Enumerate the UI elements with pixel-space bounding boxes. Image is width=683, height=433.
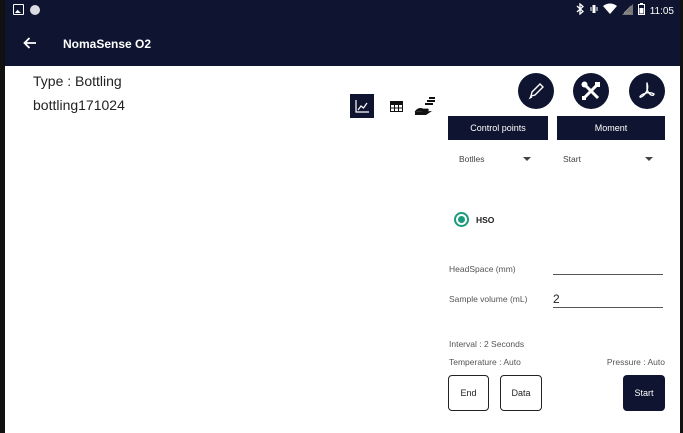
back-button[interactable] [19,32,41,54]
sample-name: bottling171024 [33,97,125,113]
moment-select-value: Start [563,154,581,164]
temperature-text: Temperature : Auto [449,357,521,367]
pdf-icon [639,82,655,98]
pdf-button[interactable] [629,73,665,109]
moment-tab[interactable]: Moment [557,116,665,140]
control-points-tab[interactable]: Control points [448,116,548,140]
data-button[interactable]: Data [500,375,542,411]
caret-down-icon [523,157,531,161]
status-bar: 11:05 [5,0,680,22]
table-icon [389,100,403,112]
end-button[interactable]: End [448,375,489,411]
pressure-text: Pressure : Auto [606,357,665,367]
app-screen: 11:05 NomaSense O2 Type : Bottling bottl… [0,0,683,433]
battery-icon [637,3,645,19]
container-select[interactable]: Botlles [459,150,531,168]
export-icon [414,97,435,115]
circle-icon [30,4,40,15]
signal-icon [621,3,633,19]
sample-volume-label: Sample volume (mL) [449,294,528,304]
wifi-icon [602,3,617,19]
export-button[interactable] [413,94,437,118]
bluetooth-icon [576,2,585,19]
sample-type-label: Type : Bottling [33,73,122,89]
headspace-label: HeadSpace (mm) [449,264,516,274]
image-icon [13,4,24,15]
interval-text: Interval : 2 Seconds [449,339,525,349]
radio-button-icon [454,212,469,227]
caret-down-icon [645,157,653,161]
chart-view-button[interactable] [350,94,374,118]
app-toolbar: NomaSense O2 [5,22,680,66]
moment-select[interactable]: Start [563,150,653,168]
container-select-value: Botlles [459,154,485,164]
hso-radio[interactable]: HSO [454,212,494,227]
edit-button[interactable] [518,73,554,109]
arrow-left-icon [23,37,36,49]
headspace-input[interactable] [553,257,663,275]
table-view-button[interactable] [384,94,408,118]
tools-button[interactable] [573,73,609,109]
status-time: 11:05 [649,5,674,17]
hso-radio-label: HSO [476,214,495,225]
vibrate-icon [590,3,598,19]
start-button[interactable]: Start [623,375,665,411]
chart-icon [355,99,369,113]
tools-icon [581,81,600,100]
app-title: NomaSense O2 [63,37,152,51]
pencil-icon [528,83,544,100]
sample-volume-input[interactable] [553,290,663,308]
